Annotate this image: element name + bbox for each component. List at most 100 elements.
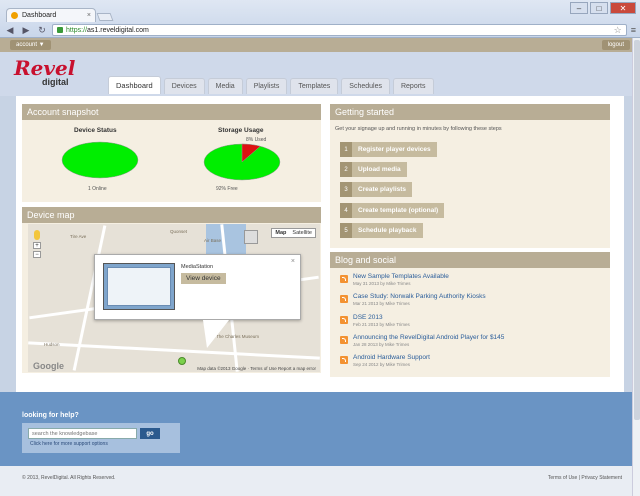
- step-label: Create template (optional): [352, 203, 445, 218]
- rss-icon: [340, 336, 348, 344]
- map-label: Air Base: [204, 238, 222, 243]
- device-status-caption: 1 Online: [88, 186, 107, 192]
- help-section: looking for help? go Click here for more…: [0, 392, 640, 466]
- browser-tab[interactable]: Dashboard ×: [6, 8, 96, 22]
- google-logo: Google: [33, 361, 64, 371]
- blog-post-link[interactable]: DSE 2013: [353, 314, 383, 321]
- device-screenshot: [103, 263, 175, 310]
- scrollbar-thumb[interactable]: [634, 40, 640, 420]
- account-snapshot-panel: Account snapshot Device Status 1 Online …: [22, 104, 321, 202]
- blog-post-meta: May 31 2013 by Mike Trimes: [353, 281, 411, 286]
- revel-digital-logo[interactable]: Revel digital: [14, 58, 75, 87]
- browser-menu-icon[interactable]: ≡: [631, 25, 636, 35]
- tab-templates[interactable]: Templates: [290, 78, 339, 94]
- map-label: Hudson: [44, 342, 60, 347]
- info-window-pointer: [203, 320, 229, 348]
- storage-free-label: 92% Free: [216, 186, 238, 192]
- map-label: Tire Ave: [70, 234, 87, 239]
- forward-icon[interactable]: ▶: [20, 24, 32, 36]
- blog-post-meta: Feb 21 2013 by Mike Trimes: [353, 322, 410, 327]
- storage-usage-title: Storage Usage: [218, 127, 264, 134]
- favicon-icon: [11, 12, 18, 19]
- device-status-title: Device Status: [74, 127, 117, 134]
- map-label: Quonset: [170, 229, 188, 234]
- street-view-icon[interactable]: [244, 230, 258, 244]
- storage-usage-chart: [203, 143, 281, 181]
- bookmark-star-icon[interactable]: ☆: [614, 25, 622, 36]
- blog-post-meta: Jan 28 2013 by Mike Trimes: [353, 342, 410, 347]
- blog-post-meta: Sep 24 2012 by Mike Trimes: [353, 362, 411, 367]
- device-name: MediaStation: [181, 264, 214, 270]
- search-go-button[interactable]: go: [140, 428, 160, 439]
- view-device-button[interactable]: View device: [181, 273, 226, 284]
- panel-title: Device map: [22, 207, 321, 223]
- panel-title: Account snapshot: [22, 104, 321, 120]
- pegman-icon[interactable]: [34, 230, 40, 240]
- tab-playlists[interactable]: Playlists: [245, 78, 288, 94]
- page-scrollbar[interactable]: [632, 38, 640, 496]
- step-upload-media[interactable]: 2 Upload media: [340, 162, 407, 177]
- tab-devices[interactable]: Devices: [163, 78, 205, 94]
- step-create-template[interactable]: 4 Create template (optional): [340, 203, 445, 218]
- address-bar[interactable]: https://as1.reveldigital.com ☆: [52, 24, 627, 36]
- map-road: [28, 341, 320, 360]
- satellite-button[interactable]: Satellite: [289, 229, 315, 237]
- blog-post-link[interactable]: Announcing the RevelDigital Android Play…: [353, 334, 504, 341]
- close-window-icon[interactable]: ✕: [610, 2, 636, 14]
- map-type-toggle: Map Satellite: [271, 228, 316, 238]
- step-number: 2: [340, 162, 352, 177]
- tab-media[interactable]: Media: [207, 78, 243, 94]
- copyright-text: © 2013, RevelDigital. All Rights Reserve…: [22, 475, 116, 481]
- panel-title: Blog and social: [330, 252, 610, 268]
- rss-icon: [340, 316, 348, 324]
- zoom-out-button[interactable]: −: [33, 251, 41, 258]
- getting-started-panel: Getting started Get your signage up and …: [330, 104, 610, 248]
- account-menu-button[interactable]: account ▼: [10, 40, 51, 50]
- step-label: Register player devices: [352, 142, 437, 157]
- minimize-icon[interactable]: –: [570, 2, 588, 14]
- zoom-in-button[interactable]: +: [33, 242, 41, 249]
- device-online-slice: [61, 141, 139, 179]
- maximize-icon[interactable]: □: [590, 2, 608, 14]
- back-icon[interactable]: ◀: [4, 24, 16, 36]
- device-marker-icon[interactable]: [178, 357, 186, 365]
- blog-post-link[interactable]: New Sample Templates Available: [353, 273, 449, 280]
- blog-post-link[interactable]: Case Study: Norwalk Parking Authority Ki…: [353, 293, 486, 300]
- map-button[interactable]: Map: [272, 229, 289, 237]
- step-schedule-playback[interactable]: 5 Schedule playback: [340, 223, 423, 238]
- map-view[interactable]: Tire Ave Quonset Air Base Hudson The Cha…: [28, 224, 320, 372]
- reload-icon[interactable]: ↻: [36, 24, 48, 36]
- browser-chrome: Dashboard × – □ ✕ ◀ ▶ ↻ https://as1.reve…: [0, 0, 640, 38]
- panel-title: Getting started: [330, 104, 610, 120]
- rss-icon: [340, 356, 348, 364]
- map-attribution[interactable]: Map data ©2013 Google · Terms of Use Rep…: [197, 366, 316, 371]
- new-tab-button[interactable]: [96, 13, 114, 21]
- logout-button[interactable]: logout: [601, 40, 630, 50]
- account-bar: account ▼ logout: [0, 38, 640, 52]
- device-map-panel: Device map Tire Ave Quonset Air Base Hud…: [22, 207, 321, 373]
- lock-icon: [57, 27, 63, 33]
- step-label: Schedule playback: [352, 223, 423, 238]
- step-register-devices[interactable]: 1 Register player devices: [340, 142, 437, 157]
- tab-reports[interactable]: Reports: [392, 78, 434, 94]
- step-number: 5: [340, 223, 352, 238]
- site-header: Revel digital Dashboard Devices Media Pl…: [0, 52, 640, 96]
- step-create-playlists[interactable]: 3 Create playlists: [340, 182, 413, 197]
- close-icon[interactable]: ×: [291, 258, 295, 265]
- support-options-link[interactable]: Click here for more support options: [30, 441, 108, 447]
- logo-sub: digital: [42, 77, 69, 87]
- tab-schedules[interactable]: Schedules: [341, 78, 390, 94]
- step-label: Upload media: [352, 162, 407, 177]
- knowledgebase-search-input[interactable]: [28, 428, 137, 439]
- blog-post-meta: Mar 21 2013 by Mike Trimes: [353, 301, 410, 306]
- blog-post-link[interactable]: Android Hardware Support: [353, 354, 430, 361]
- main-nav: Dashboard Devices Media Playlists Templa…: [108, 76, 434, 94]
- tab-dashboard[interactable]: Dashboard: [108, 76, 161, 94]
- device-status-chart: [61, 141, 139, 179]
- device-info-window: MediaStation View device ×: [94, 254, 301, 348]
- tab-title: Dashboard: [22, 12, 57, 19]
- step-number: 4: [340, 203, 352, 218]
- footer-links[interactable]: Terms of Use | Privacy Statement: [548, 475, 622, 481]
- tab-close-icon[interactable]: ×: [87, 12, 91, 19]
- step-label: Create playlists: [352, 182, 413, 197]
